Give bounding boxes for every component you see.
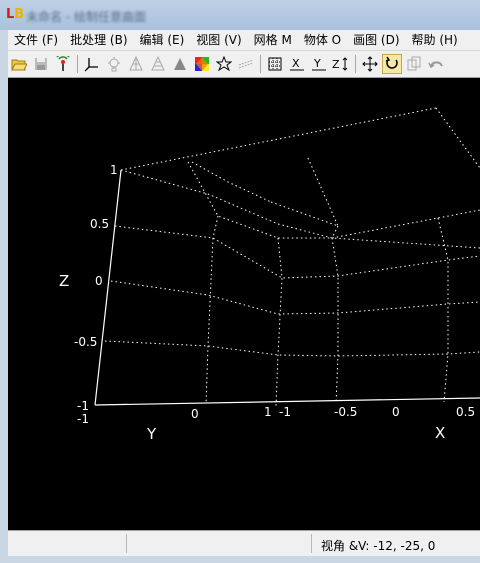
lines-icon[interactable] (236, 54, 256, 74)
surface-grid-line (307, 157, 339, 227)
menu-mesh[interactable]: 网格 M (248, 30, 298, 50)
status-divider (126, 534, 127, 553)
y-axis-icon[interactable]: Y (309, 54, 329, 74)
title-bar: LB 未命名 - 绘制任意曲面 (0, 0, 480, 30)
back-grid-line (120, 107, 437, 171)
x-axis-label: X (435, 424, 446, 442)
menu-bar: 文件 (F) 批处理 (B) 编辑 (E) 视图 (V) 网格 M 物体 O 画… (8, 30, 480, 50)
surface-grid-line (110, 280, 480, 315)
surface-grid-line (104, 340, 480, 357)
pan-icon[interactable] (360, 54, 380, 74)
surface-grid-line (275, 237, 283, 407)
grid-icon[interactable] (265, 54, 285, 74)
z-tick-label: 0 (95, 274, 103, 288)
xy-baseline (94, 397, 480, 406)
x-axis-icon[interactable]: X (287, 54, 307, 74)
svg-text:X: X (292, 57, 300, 70)
surface-grid-line (120, 169, 480, 249)
x-tick-label: 0.5 (456, 405, 476, 419)
menu-edit[interactable]: 编辑 (E) (134, 30, 191, 50)
svg-text:Z: Z (332, 58, 340, 71)
app-logo-icon: LB (6, 7, 25, 22)
rotate-icon[interactable] (382, 54, 402, 74)
undo-icon[interactable] (426, 54, 446, 74)
z-tick-label: 0.5 (90, 217, 110, 231)
star-icon[interactable] (214, 54, 234, 74)
z-axis-icon[interactable]: Z (331, 54, 351, 74)
save-icon[interactable] (31, 54, 51, 74)
colormap-icon[interactable] (192, 54, 212, 74)
antenna-icon[interactable] (53, 54, 73, 74)
surface-grid-line (187, 161, 480, 239)
back-grid-line (435, 107, 480, 169)
light-icon[interactable] (104, 54, 124, 74)
toolbar-separator (355, 55, 356, 73)
copy-icon[interactable] (404, 54, 424, 74)
surface-grid-line (331, 237, 339, 405)
surface-grid-line (270, 201, 339, 227)
z-tick-label: -1 (77, 399, 89, 413)
axes-icon[interactable] (82, 54, 102, 74)
menu-file[interactable]: 文件 (F) (8, 30, 64, 50)
menu-view[interactable]: 视图 (V) (190, 30, 247, 50)
view-angle-status: 视角 &V: -12, -25, 0 (321, 539, 436, 553)
toolbar: X Y Z (8, 50, 480, 78)
surface-grid-line (331, 225, 339, 239)
menu-draw[interactable]: 画图 (D) (347, 30, 405, 50)
folder-open-icon[interactable] (9, 54, 29, 74)
menu-object[interactable]: 物体 O (298, 30, 347, 50)
toolbar-separator (260, 55, 261, 73)
y-axis-label: Y (147, 425, 157, 443)
status-divider (311, 534, 312, 553)
z-tick-label: 1 (110, 163, 118, 177)
y-tick-label: -1 (77, 412, 89, 426)
z-tick-label: -0.5 (74, 335, 98, 349)
window-title: 未命名 - 绘制任意曲面 (26, 10, 146, 24)
menu-help[interactable]: 帮助 (H) (406, 30, 464, 50)
menu-batch[interactable]: 批处理 (B) (64, 30, 133, 50)
toolbar-separator (77, 55, 78, 73)
window-bottom-frame (0, 556, 480, 563)
wireframe-icon[interactable] (126, 54, 146, 74)
surface-grid-line (191, 161, 272, 203)
y-tick-label: 1 (264, 405, 272, 419)
plot-canvas[interactable]: 1 0.5 0 -0.5 -1 Z -1 0 1 Y -1 -0.5 0 0.5… (8, 78, 480, 530)
surface-grid-line (205, 215, 219, 405)
mesh-icon[interactable] (148, 54, 168, 74)
svg-text:Y: Y (313, 57, 321, 70)
x-tick-label: 0 (392, 405, 400, 419)
x-tick-label: -1 (279, 405, 291, 419)
surface-plot (94, 107, 480, 407)
z-axis-label: Z (59, 272, 70, 290)
y-tick-label: 0 (191, 407, 199, 421)
x-tick-label: -0.5 (334, 405, 358, 419)
surface-grid-line (114, 225, 480, 279)
status-bar: 视角 &V: -12, -25, 0 (8, 530, 480, 556)
solid-icon[interactable] (170, 54, 190, 74)
